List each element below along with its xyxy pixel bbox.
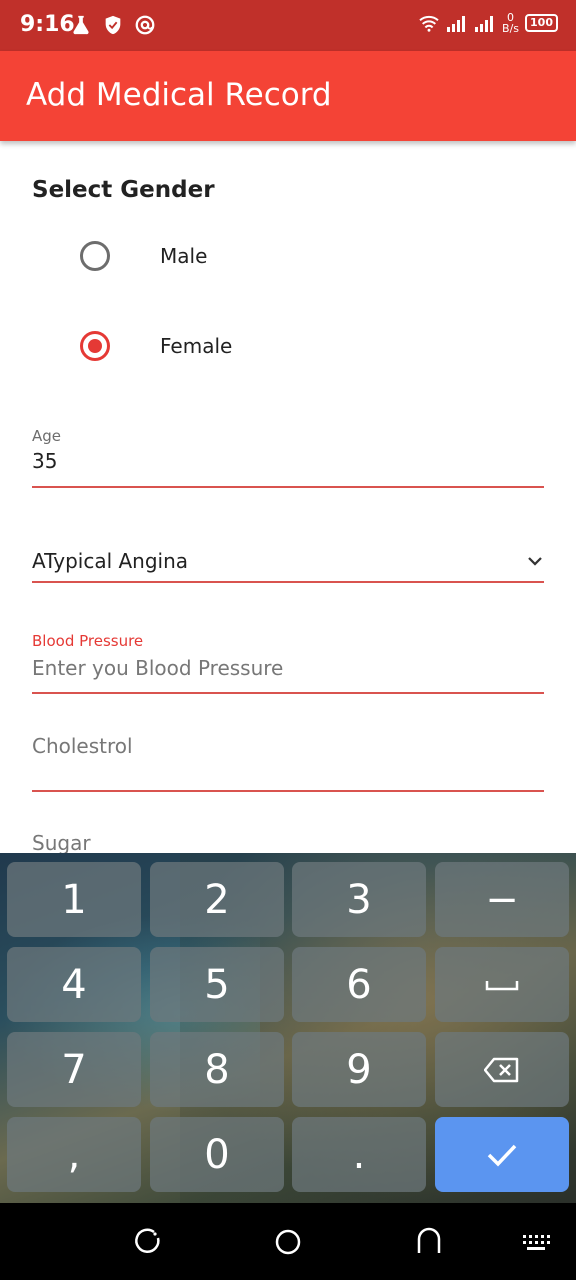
- key-3[interactable]: 3: [292, 862, 426, 937]
- cholesterol-field[interactable]: Cholestrol: [32, 734, 544, 792]
- key-4[interactable]: 4: [7, 947, 141, 1022]
- status-right: 0 B/s 100: [418, 12, 558, 34]
- radio-label-female: Female: [160, 334, 233, 358]
- signal-icon: [475, 16, 494, 32]
- shield-icon: [105, 15, 121, 35]
- blood-pressure-input[interactable]: Enter you Blood Pressure: [32, 656, 544, 680]
- space-bar-icon: [485, 980, 519, 990]
- chest-pain-dropdown[interactable]: ATypical Angina: [32, 541, 544, 583]
- wifi-icon: [419, 15, 439, 32]
- gender-heading: Select Gender: [32, 177, 215, 203]
- page-title: Add Medical Record: [26, 77, 332, 113]
- key-5[interactable]: 5: [150, 947, 284, 1022]
- backspace-key[interactable]: [435, 1032, 569, 1107]
- recent-apps-icon[interactable]: [133, 1227, 163, 1257]
- key-6[interactable]: 6: [292, 947, 426, 1022]
- key-0[interactable]: 0: [150, 1117, 284, 1192]
- home-icon[interactable]: [273, 1227, 303, 1257]
- minus-key[interactable]: −: [435, 862, 569, 937]
- space-key[interactable]: [435, 947, 569, 1022]
- numeric-keyboard: 1 2 3 − 4 5 6 7 8 9 , 0 .: [0, 853, 576, 1203]
- confirm-key[interactable]: [435, 1117, 569, 1192]
- checkmark-icon: [487, 1144, 517, 1167]
- keyboard-switch-icon[interactable]: [521, 1227, 551, 1257]
- status-time: 9:16: [20, 12, 75, 37]
- battery-icon: 100: [525, 14, 558, 32]
- net-speed: 0 B/s: [502, 12, 519, 34]
- radio-option-female[interactable]: Female: [80, 331, 232, 361]
- medical-record-form: Select Gender Male Female Age 35 ATypica…: [0, 141, 576, 853]
- chevron-down-icon: [528, 557, 542, 566]
- at-circle-icon: [135, 15, 155, 35]
- key-2[interactable]: 2: [150, 862, 284, 937]
- age-value[interactable]: 35: [32, 449, 544, 473]
- radio-button-male[interactable]: [80, 241, 110, 271]
- signal-icon: [447, 16, 466, 32]
- key-1[interactable]: 1: [7, 862, 141, 937]
- key-7[interactable]: 7: [7, 1032, 141, 1107]
- blood-pressure-label: Blood Pressure: [32, 632, 144, 650]
- key-8[interactable]: 8: [150, 1032, 284, 1107]
- cholesterol-input[interactable]: Cholestrol: [32, 734, 544, 758]
- chest-pain-value: ATypical Angina: [32, 549, 189, 573]
- blood-pressure-field[interactable]: Blood Pressure Enter you Blood Pressure: [32, 632, 544, 694]
- age-field[interactable]: Age 35: [32, 427, 544, 488]
- sugar-input[interactable]: Sugar: [32, 831, 544, 853]
- radio-label-male: Male: [160, 244, 208, 268]
- radio-button-female[interactable]: [80, 331, 110, 361]
- age-label: Age: [32, 427, 62, 445]
- net-speed-unit: B/s: [502, 22, 520, 35]
- backspace-icon: [484, 1057, 519, 1082]
- navigation-bar: [0, 1203, 576, 1280]
- sugar-field[interactable]: Sugar: [32, 831, 544, 853]
- lab-flask-icon: [73, 15, 89, 35]
- app-bar: Add Medical Record: [0, 51, 576, 141]
- key-9[interactable]: 9: [292, 1032, 426, 1107]
- comma-key[interactable]: ,: [7, 1117, 141, 1192]
- period-key[interactable]: .: [292, 1117, 426, 1192]
- status-left-icons: [70, 14, 156, 36]
- radio-option-male[interactable]: Male: [80, 241, 207, 271]
- back-icon[interactable]: [414, 1227, 444, 1257]
- status-bar: 9:16 0 B/s 100: [0, 0, 576, 51]
